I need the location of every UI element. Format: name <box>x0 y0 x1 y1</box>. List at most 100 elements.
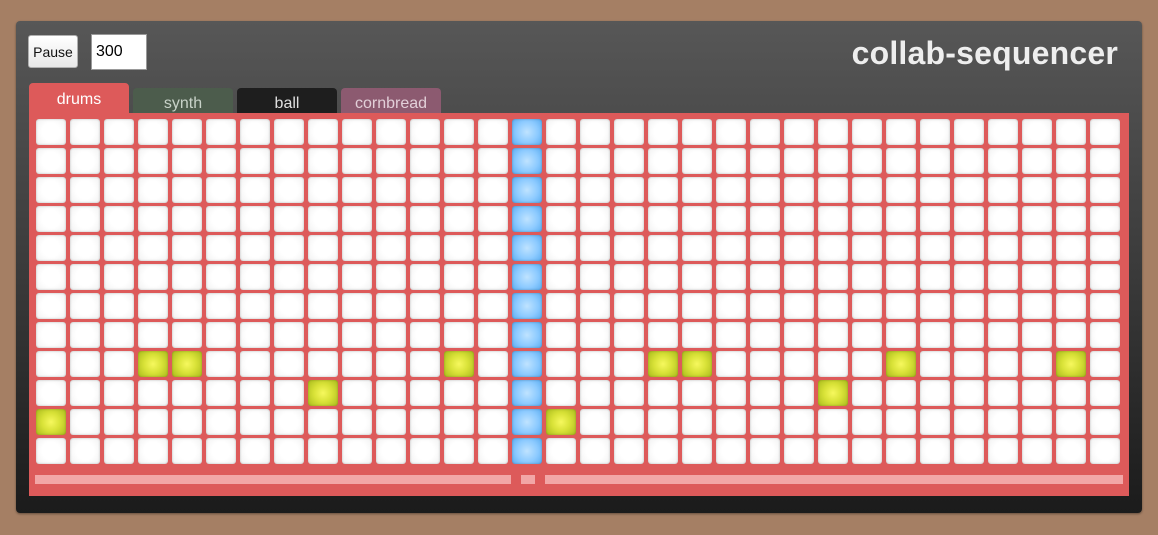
step-cell[interactable] <box>444 177 474 203</box>
step-cell[interactable] <box>444 409 474 435</box>
step-cell[interactable] <box>580 322 610 348</box>
step-cell[interactable] <box>376 264 406 290</box>
step-cell[interactable] <box>308 264 338 290</box>
step-cell[interactable] <box>172 322 202 348</box>
step-cell[interactable] <box>240 235 270 261</box>
step-cell[interactable] <box>1090 293 1120 319</box>
step-cell[interactable] <box>70 148 100 174</box>
step-cell[interactable] <box>342 206 372 232</box>
step-cell[interactable] <box>172 235 202 261</box>
step-cell[interactable] <box>308 409 338 435</box>
step-cell[interactable] <box>614 380 644 406</box>
step-cell[interactable] <box>104 177 134 203</box>
step-cell[interactable] <box>648 235 678 261</box>
step-cell[interactable] <box>784 177 814 203</box>
step-cell[interactable] <box>784 322 814 348</box>
step-cell[interactable] <box>988 148 1018 174</box>
step-cell-playhead[interactable] <box>512 264 542 290</box>
step-cell[interactable] <box>172 293 202 319</box>
step-cell[interactable] <box>376 322 406 348</box>
step-cell[interactable] <box>784 264 814 290</box>
step-cell[interactable] <box>478 264 508 290</box>
tab-cornbread[interactable]: cornbread <box>341 88 441 113</box>
step-cell[interactable] <box>376 119 406 145</box>
step-cell[interactable] <box>682 409 712 435</box>
step-cell[interactable] <box>886 380 916 406</box>
step-cell-active[interactable] <box>886 351 916 377</box>
step-cell[interactable] <box>104 264 134 290</box>
step-cell[interactable] <box>172 206 202 232</box>
step-cell[interactable] <box>240 351 270 377</box>
step-cell[interactable] <box>342 380 372 406</box>
step-cell[interactable] <box>376 293 406 319</box>
step-cell[interactable] <box>988 409 1018 435</box>
step-cell[interactable] <box>1056 264 1086 290</box>
step-cell[interactable] <box>648 177 678 203</box>
step-cell[interactable] <box>920 148 950 174</box>
step-cell-active[interactable] <box>172 351 202 377</box>
pause-button[interactable]: Pause <box>28 35 78 68</box>
step-cell[interactable] <box>444 119 474 145</box>
step-cell[interactable] <box>444 438 474 464</box>
step-cell[interactable] <box>818 293 848 319</box>
tab-ball[interactable]: ball <box>237 88 337 113</box>
step-cell[interactable] <box>682 119 712 145</box>
step-cell[interactable] <box>954 206 984 232</box>
step-cell[interactable] <box>478 206 508 232</box>
step-cell[interactable] <box>1022 322 1052 348</box>
step-cell[interactable] <box>410 322 440 348</box>
step-cell[interactable] <box>70 322 100 348</box>
step-cell[interactable] <box>682 322 712 348</box>
step-cell[interactable] <box>1022 177 1052 203</box>
step-cell[interactable] <box>104 235 134 261</box>
step-cell[interactable] <box>648 380 678 406</box>
step-cell[interactable] <box>886 438 916 464</box>
step-cell[interactable] <box>546 438 576 464</box>
step-cell[interactable] <box>410 206 440 232</box>
step-cell[interactable] <box>138 380 168 406</box>
step-cell[interactable] <box>648 409 678 435</box>
step-cell-active[interactable] <box>1056 351 1086 377</box>
step-cell[interactable] <box>206 235 236 261</box>
step-cell[interactable] <box>240 293 270 319</box>
step-cell[interactable] <box>886 264 916 290</box>
step-cell[interactable] <box>1090 235 1120 261</box>
step-cell[interactable] <box>682 438 712 464</box>
scrollbar-track-right[interactable] <box>545 475 1123 484</box>
step-cell[interactable] <box>240 148 270 174</box>
step-cell[interactable] <box>1090 409 1120 435</box>
step-cell[interactable] <box>36 351 66 377</box>
step-cell[interactable] <box>546 380 576 406</box>
tempo-input[interactable] <box>91 34 147 70</box>
step-cell[interactable] <box>648 119 678 145</box>
step-cell[interactable] <box>376 177 406 203</box>
step-cell-active[interactable] <box>36 409 66 435</box>
step-cell[interactable] <box>682 177 712 203</box>
step-cell[interactable] <box>376 206 406 232</box>
step-cell[interactable] <box>1022 264 1052 290</box>
step-cell[interactable] <box>206 351 236 377</box>
step-cell[interactable] <box>546 235 576 261</box>
step-cell[interactable] <box>308 438 338 464</box>
step-cell[interactable] <box>36 293 66 319</box>
step-cell[interactable] <box>750 235 780 261</box>
step-cell[interactable] <box>920 177 950 203</box>
step-cell[interactable] <box>36 322 66 348</box>
step-cell[interactable] <box>70 206 100 232</box>
step-cell[interactable] <box>580 148 610 174</box>
step-cell[interactable] <box>1022 409 1052 435</box>
step-cell-playhead[interactable] <box>512 322 542 348</box>
step-cell[interactable] <box>580 119 610 145</box>
step-cell[interactable] <box>954 322 984 348</box>
step-cell[interactable] <box>240 177 270 203</box>
step-cell[interactable] <box>988 264 1018 290</box>
step-cell[interactable] <box>342 293 372 319</box>
step-cell[interactable] <box>852 438 882 464</box>
step-cell-playhead[interactable] <box>512 119 542 145</box>
scrollbar-thumb[interactable] <box>521 475 535 484</box>
step-cell[interactable] <box>410 293 440 319</box>
step-cell[interactable] <box>580 264 610 290</box>
step-cell[interactable] <box>138 409 168 435</box>
step-cell[interactable] <box>308 351 338 377</box>
step-cell[interactable] <box>274 206 304 232</box>
